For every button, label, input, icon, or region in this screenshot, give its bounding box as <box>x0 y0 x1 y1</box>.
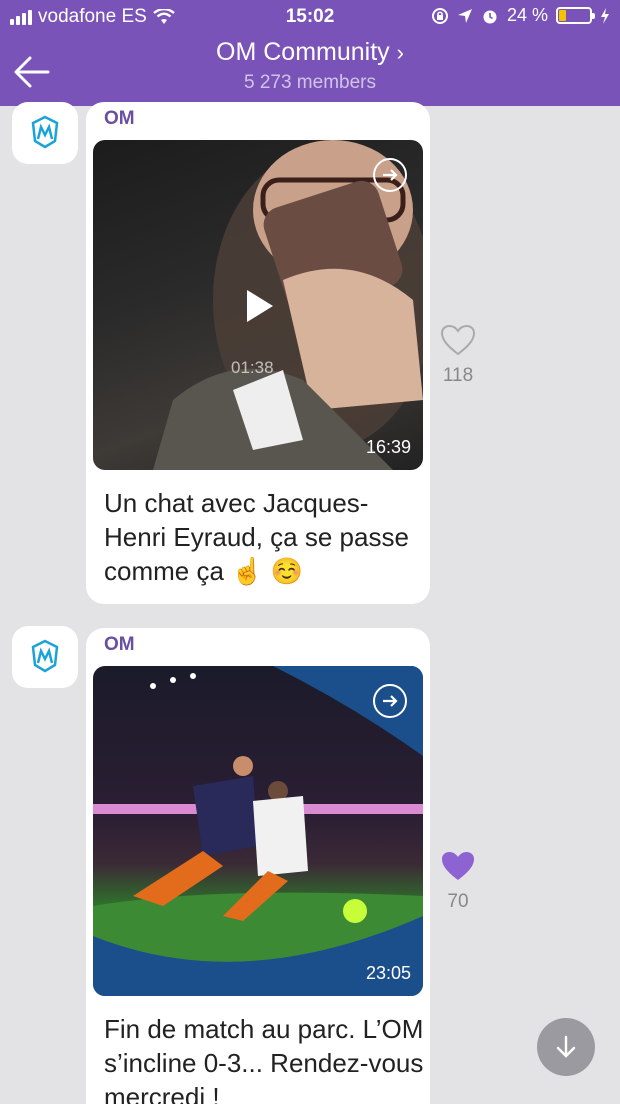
message-text: Fin de match au parc. L’OM s’incline 0-3… <box>104 1014 424 1104</box>
scroll-down-button[interactable] <box>537 1018 595 1076</box>
video-thumbnail[interactable]: 23:05 <box>93 666 423 996</box>
chevron-right-icon: › <box>396 40 404 65</box>
video-thumbnail[interactable]: 01:38 16:39 <box>93 140 423 470</box>
avatar[interactable] <box>12 626 78 688</box>
avatar[interactable] <box>12 102 78 164</box>
message-bubble[interactable]: OM 23:05 Fin de match au parc. L’OM s’in… <box>86 628 430 1104</box>
charging-icon <box>601 7 609 24</box>
alarm-icon <box>483 10 497 23</box>
video-elapsed: 01:38 <box>231 358 274 377</box>
om-logo-icon <box>31 639 59 673</box>
like-button[interactable]: 118 <box>428 324 488 387</box>
chat-header: vodafone ES 15:02 24 % OM Community › 5 … <box>0 0 620 106</box>
video-scene <box>93 666 423 996</box>
location-icon <box>457 8 472 23</box>
battery-percent: 24 % <box>506 5 548 25</box>
share-icon[interactable] <box>373 158 407 192</box>
heart-icon[interactable] <box>440 324 476 356</box>
heart-icon[interactable] <box>440 850 476 882</box>
status-bar: vodafone ES 15:02 24 % <box>0 0 620 34</box>
message-bubble[interactable]: OM 01:38 16:39 Un chat avec Jacques-Henr… <box>86 102 430 604</box>
video-duration: 16:39 <box>365 437 411 457</box>
like-count: 118 <box>442 365 474 386</box>
battery-fill <box>559 10 567 21</box>
om-logo-icon <box>31 115 59 149</box>
message-text: Un chat avec Jacques-Henri Eyraud, ça se… <box>104 488 409 586</box>
like-count: 70 <box>447 891 469 912</box>
member-count: 5 273 members <box>243 72 376 93</box>
battery-icon <box>556 7 595 24</box>
share-icon[interactable] <box>373 684 407 718</box>
chat-title[interactable]: OM Community › <box>0 38 620 67</box>
orientation-lock-icon <box>431 7 448 24</box>
arrow-down-icon <box>556 1035 576 1058</box>
sender-name: OM <box>104 634 135 655</box>
sender-name: OM <box>104 108 135 129</box>
status-right: 24 % <box>431 5 610 26</box>
chat-title-text: OM Community <box>216 38 390 66</box>
video-duration: 23:05 <box>365 963 411 983</box>
like-button[interactable]: 70 <box>428 850 488 913</box>
play-icon[interactable] <box>239 286 279 326</box>
